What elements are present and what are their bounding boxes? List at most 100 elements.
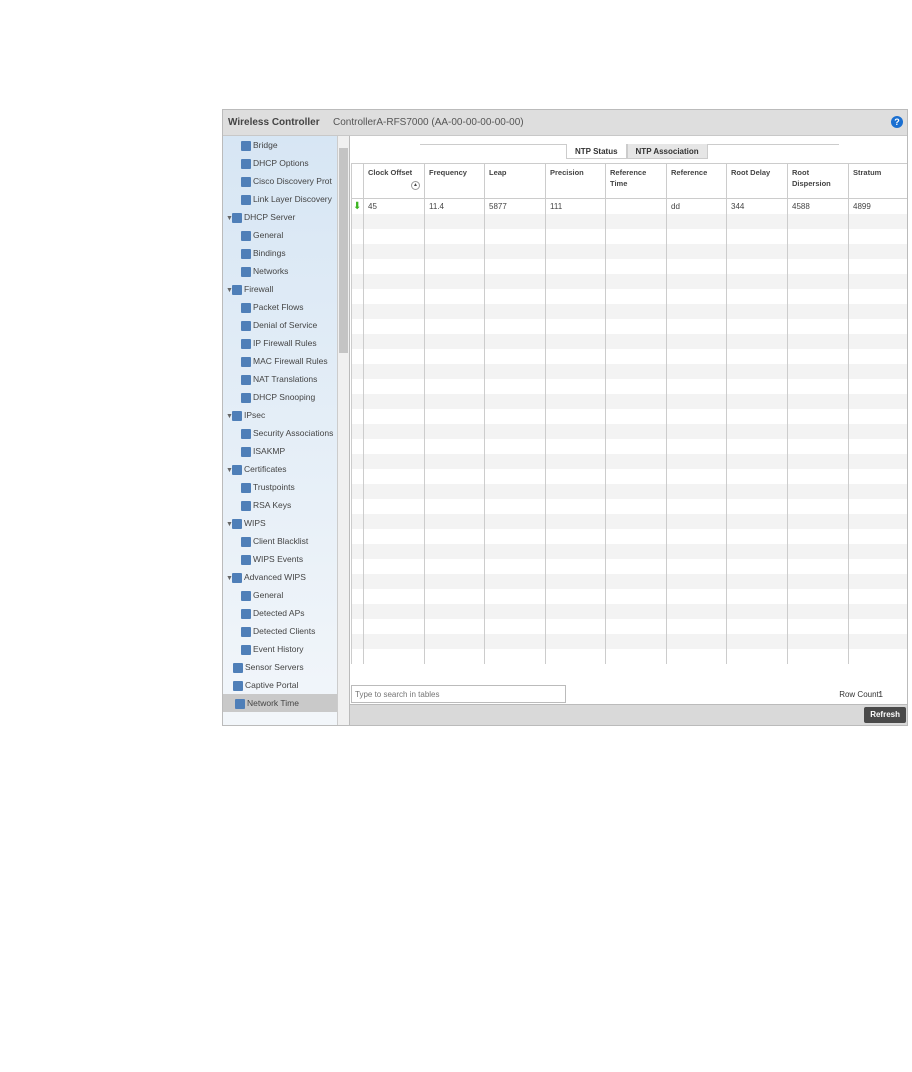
sidebar-item-label: Cisco Discovery Prot xyxy=(253,176,332,186)
table-cell: 45 xyxy=(363,198,425,214)
sidebar-item-label: Detected Clients xyxy=(253,626,316,636)
tree-node-icon xyxy=(232,410,242,421)
table-cell: dd xyxy=(666,198,727,214)
empty-row xyxy=(351,574,907,589)
sidebar-item-label: IP Firewall Rules xyxy=(253,338,317,348)
sidebar-item[interactable]: Packet Flows xyxy=(241,298,304,316)
sidebar-item-label: Client Blacklist xyxy=(253,536,309,546)
app-title: Wireless Controller xyxy=(228,117,320,128)
tab-ntp-status[interactable]: NTP Status xyxy=(566,144,627,159)
table-row[interactable]: ⬇ 45 11.4 5877 111 dd 344 4588 4899 xyxy=(351,198,907,214)
empty-row xyxy=(351,499,907,514)
tree-node-icon xyxy=(241,608,251,619)
empty-row xyxy=(351,274,907,289)
tree-node-icon xyxy=(233,662,243,673)
sidebar-item[interactable]: NAT Translations xyxy=(241,370,317,388)
column-header[interactable]: Leap xyxy=(484,163,546,199)
column-header[interactable]: Stratum xyxy=(848,163,907,199)
sidebar-item[interactable]: Network Time xyxy=(223,694,338,712)
sidebar-scrollbar[interactable] xyxy=(337,136,349,725)
empty-row xyxy=(351,214,907,229)
empty-row xyxy=(351,289,907,304)
sidebar-item-label: DHCP Snooping xyxy=(253,392,316,402)
sort-ascending-icon[interactable]: ▲ xyxy=(411,181,420,190)
sidebar-item-label: Security Associations xyxy=(253,428,334,438)
sidebar-item[interactable]: Client Blacklist xyxy=(241,532,308,550)
sidebar-item-label: Firewall xyxy=(244,284,274,294)
sidebar-item[interactable]: DHCP Options xyxy=(241,154,309,172)
column-header[interactable]: Frequency xyxy=(424,163,485,199)
refresh-button[interactable]: Refresh xyxy=(864,707,906,723)
column-header[interactable]: Clock Offset ▲ xyxy=(363,163,425,199)
empty-row xyxy=(351,379,907,394)
status-up-icon: ⬇ xyxy=(351,198,364,214)
sidebar-item[interactable]: Cisco Discovery Prot xyxy=(241,172,332,190)
column-header[interactable]: Root Delay xyxy=(726,163,788,199)
empty-row xyxy=(351,589,907,604)
sidebar-item[interactable]: Event History xyxy=(241,640,304,658)
sidebar-item[interactable]: Security Associations xyxy=(241,424,333,442)
empty-row xyxy=(351,529,907,544)
column-header[interactable]: Precision xyxy=(545,163,606,199)
sidebar-item-label: NAT Translations xyxy=(253,374,318,384)
sidebar-item-label: RSA Keys xyxy=(253,500,292,510)
main-panel: NTP Status NTP Association Clock Offset ▲… xyxy=(350,136,907,725)
tree-node-icon xyxy=(241,446,251,457)
sidebar-item[interactable]: ISAKMP xyxy=(241,442,285,460)
sidebar-item[interactable]: General xyxy=(241,226,283,244)
sidebar-item[interactable]: ▼ DHCP Server xyxy=(226,208,295,226)
tree-node-icon xyxy=(241,194,251,205)
tab-ntp-association[interactable]: NTP Association xyxy=(626,144,708,159)
sidebar-item[interactable]: ▼ Firewall xyxy=(226,280,273,298)
empty-row xyxy=(351,439,907,454)
tree-node-icon xyxy=(241,356,251,367)
tree-node-icon xyxy=(241,500,251,511)
table-cell xyxy=(605,198,667,214)
sidebar-item[interactable]: ▼ WIPS xyxy=(226,514,266,532)
tree-node-icon xyxy=(241,482,251,493)
tree-node-icon xyxy=(241,374,251,385)
sidebar-item[interactable]: Link Layer Discovery xyxy=(241,190,332,208)
tree-node-icon xyxy=(232,284,242,295)
row-count: 1 xyxy=(878,690,883,699)
sidebar-item[interactable]: Trustpoints xyxy=(241,478,295,496)
sidebar-item[interactable]: Denial of Service xyxy=(241,316,317,334)
sidebar-item[interactable]: WIPS Events xyxy=(241,550,303,568)
tree-node-icon xyxy=(232,518,242,529)
tree-node-icon xyxy=(241,392,251,403)
tree-node-icon xyxy=(241,554,251,565)
sidebar-item[interactable]: Detected APs xyxy=(241,604,305,622)
sidebar-item[interactable]: RSA Keys xyxy=(241,496,291,514)
sidebar-item[interactable]: ▼ Advanced WIPS xyxy=(226,568,306,586)
sidebar-item-label: IPsec xyxy=(244,410,266,420)
sidebar-item[interactable]: MAC Firewall Rules xyxy=(241,352,328,370)
table-cell: 344 xyxy=(726,198,788,214)
sidebar-item-label: General xyxy=(253,230,284,240)
column-header[interactable]: Reference Time xyxy=(605,163,667,199)
tree-node-icon xyxy=(241,536,251,547)
sidebar-item[interactable]: IP Firewall Rules xyxy=(241,334,317,352)
help-icon[interactable]: ? xyxy=(891,116,903,128)
sidebar-item[interactable]: Captive Portal xyxy=(233,676,298,694)
sidebar-item-label: Certificates xyxy=(244,464,287,474)
title-bar: Wireless Controller ControllerA-RFS7000 … xyxy=(223,110,907,136)
sidebar-item-label: Detected APs xyxy=(253,608,305,618)
sidebar-item[interactable]: Bridge xyxy=(241,136,278,154)
empty-row xyxy=(351,544,907,559)
sidebar-item[interactable]: ▼ Certificates xyxy=(226,460,287,478)
scrollbar-thumb[interactable] xyxy=(339,148,348,353)
sidebar-item[interactable]: DHCP Snooping xyxy=(241,388,315,406)
sidebar-item[interactable]: Networks xyxy=(241,262,288,280)
sidebar-item-label: Packet Flows xyxy=(253,302,304,312)
sidebar-item-label: Link Layer Discovery xyxy=(253,194,332,204)
sidebar-item[interactable]: Sensor Servers xyxy=(233,658,304,676)
table-search-input[interactable] xyxy=(351,685,566,703)
column-header[interactable]: Root Dispersion xyxy=(787,163,849,199)
sidebar-item[interactable]: Bindings xyxy=(241,244,286,262)
sidebar-item[interactable]: ▼ IPsec xyxy=(226,406,265,424)
column-header[interactable]: Reference xyxy=(666,163,727,199)
table-cell: 111 xyxy=(545,198,606,214)
sidebar-item[interactable]: General xyxy=(241,586,283,604)
tree-node-icon xyxy=(241,590,251,601)
sidebar-item[interactable]: Detected Clients xyxy=(241,622,315,640)
